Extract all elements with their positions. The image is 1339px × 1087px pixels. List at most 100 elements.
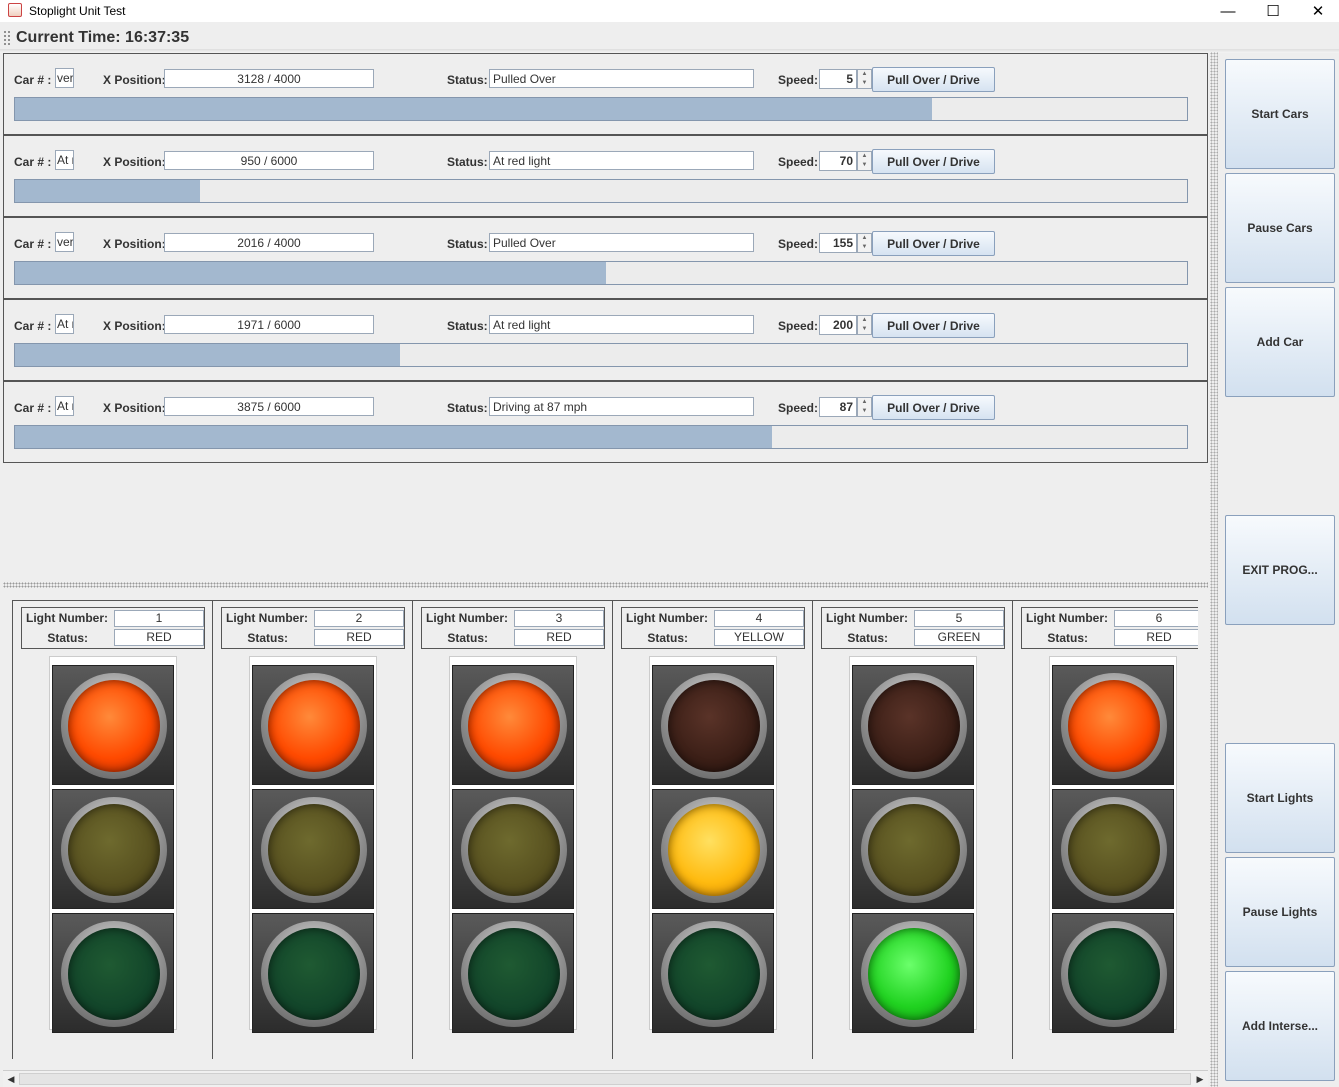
car-number-field[interactable]: At r — [55, 150, 74, 170]
x-position-field[interactable]: 950 / 6000 — [164, 151, 374, 170]
green-lamp-icon — [268, 928, 360, 1020]
speed-value[interactable]: 155 — [819, 233, 857, 253]
pull-over-drive-button[interactable]: Pull Over / Drive — [872, 231, 995, 256]
scroll-left-icon[interactable]: ◀ — [4, 1072, 18, 1086]
light-status-field[interactable]: RED — [314, 629, 404, 646]
pull-over-drive-button[interactable]: Pull Over / Drive — [872, 149, 995, 174]
car-number-field[interactable]: At r — [55, 314, 74, 334]
speed-value[interactable]: 200 — [819, 315, 857, 335]
green-lamp-icon — [868, 928, 960, 1020]
car-panel: Car # : ver X Position: 2016 / 4000 Status: P… — [3, 217, 1208, 299]
status-field[interactable]: At red light — [489, 151, 754, 170]
scrollbar-thumb[interactable] — [19, 1073, 1191, 1085]
spinner-arrows[interactable]: ▲ ▼ — [857, 397, 872, 417]
x-position-field[interactable]: 1971 / 6000 — [164, 315, 374, 334]
light-status-field[interactable]: RED — [114, 629, 204, 646]
traffic-light-housing — [849, 656, 977, 1033]
spinner-up-icon[interactable]: ▲ — [858, 316, 871, 325]
spinner-arrows[interactable]: ▲ ▼ — [857, 151, 872, 171]
pull-over-drive-button[interactable]: Pull Over / Drive — [872, 313, 995, 338]
light-status-field[interactable]: GREEN — [914, 629, 1004, 646]
start-lights-button[interactable]: Start Lights — [1225, 743, 1335, 853]
light-status-field[interactable]: RED — [1114, 629, 1198, 646]
light-number-field[interactable]: 6 — [1114, 610, 1198, 627]
car-panel: Car # : At r X Position: 1971 / 6000 Status:… — [3, 299, 1208, 381]
lamp-ring — [461, 673, 567, 779]
spinner-up-icon[interactable]: ▲ — [858, 234, 871, 243]
spinner-down-icon[interactable]: ▼ — [858, 243, 871, 252]
spinner-arrows[interactable]: ▲ ▼ — [857, 233, 872, 253]
start-cars-button[interactable]: Start Cars — [1225, 59, 1335, 169]
status-field[interactable]: Pulled Over — [489, 69, 754, 88]
light-panel: Light Number: 5 Status: GREEN — [813, 601, 1013, 1059]
spinner-arrows[interactable]: ▲ ▼ — [857, 69, 872, 89]
light-number-field[interactable]: 1 — [114, 610, 204, 627]
red-lamp-cell — [1052, 665, 1174, 785]
vertical-split-divider[interactable] — [1210, 52, 1218, 1087]
status-field[interactable]: Driving at 87 mph — [489, 397, 754, 416]
light-number-label: Light Number: — [826, 611, 908, 625]
status-label: Status: — [447, 401, 488, 415]
pull-over-drive-button[interactable]: Pull Over / Drive — [872, 395, 995, 420]
spinner-up-icon[interactable]: ▲ — [858, 70, 871, 79]
car-number-field[interactable]: ver — [55, 232, 74, 252]
spinner-down-icon[interactable]: ▼ — [858, 325, 871, 334]
light-number-field[interactable]: 5 — [914, 610, 1004, 627]
toolbar-grip-icon[interactable] — [3, 30, 11, 46]
speed-value[interactable]: 5 — [819, 69, 857, 89]
light-status-field[interactable]: RED — [514, 629, 604, 646]
scroll-right-icon[interactable]: ▶ — [1193, 1072, 1207, 1086]
horizontal-scrollbar[interactable]: ◀ ▶ — [3, 1070, 1208, 1087]
yellow-lamp-cell — [52, 789, 174, 909]
spinner-up-icon[interactable]: ▲ — [858, 152, 871, 161]
minimize-button[interactable]: — — [1205, 0, 1251, 22]
red-lamp-cell — [252, 665, 374, 785]
x-position-label: X Position: — [103, 237, 166, 251]
light-panel: Light Number: 1 Status: RED — [13, 601, 213, 1059]
spinner-down-icon[interactable]: ▼ — [858, 161, 871, 170]
car-panel: Car # : At r X Position: 3875 / 6000 Status:… — [3, 381, 1208, 463]
lamp-ring — [461, 797, 567, 903]
exit-program-button[interactable]: EXIT PROG... — [1225, 515, 1335, 625]
car-progress-bar — [14, 425, 1188, 449]
spinner-up-icon[interactable]: ▲ — [858, 398, 871, 407]
split-pane-divider[interactable] — [3, 582, 1208, 588]
traffic-light-housing — [1049, 656, 1177, 1033]
pause-lights-button[interactable]: Pause Lights — [1225, 857, 1335, 967]
status-field[interactable]: At red light — [489, 315, 754, 334]
speed-value[interactable]: 87 — [819, 397, 857, 417]
red-lamp-icon — [468, 680, 560, 772]
light-status-label: Status: — [647, 631, 688, 645]
x-position-field[interactable]: 3128 / 4000 — [164, 69, 374, 88]
x-position-field[interactable]: 2016 / 4000 — [164, 233, 374, 252]
yellow-lamp-icon — [68, 804, 160, 896]
car-number-label: Car # : — [14, 319, 52, 333]
speed-value[interactable]: 70 — [819, 151, 857, 171]
green-lamp-cell — [652, 913, 774, 1033]
car-number-field[interactable]: At r — [55, 396, 74, 416]
car-number-label: Car # : — [14, 155, 52, 169]
red-lamp-icon — [868, 680, 960, 772]
light-number-field[interactable]: 2 — [314, 610, 404, 627]
light-number-field[interactable]: 3 — [514, 610, 604, 627]
light-number-field[interactable]: 4 — [714, 610, 804, 627]
spinner-down-icon[interactable]: ▼ — [858, 79, 871, 88]
pause-cars-button[interactable]: Pause Cars — [1225, 173, 1335, 283]
spinner-arrows[interactable]: ▲ ▼ — [857, 315, 872, 335]
light-status-field[interactable]: YELLOW — [714, 629, 804, 646]
maximize-button[interactable]: ☐ — [1250, 0, 1296, 22]
car-number-field[interactable]: ver — [55, 68, 74, 88]
x-position-field[interactable]: 3875 / 6000 — [164, 397, 374, 416]
x-position-label: X Position: — [103, 401, 166, 415]
current-time-label: Current Time: 16:37:35 — [16, 29, 190, 46]
red-lamp-icon — [68, 680, 160, 772]
light-number-label: Light Number: — [1026, 611, 1108, 625]
add-car-button[interactable]: Add Car — [1225, 287, 1335, 397]
close-button[interactable]: ✕ — [1295, 0, 1339, 22]
red-lamp-cell — [452, 665, 574, 785]
pull-over-drive-button[interactable]: Pull Over / Drive — [872, 67, 995, 92]
status-field[interactable]: Pulled Over — [489, 233, 754, 252]
x-position-label: X Position: — [103, 73, 166, 87]
add-intersection-button[interactable]: Add Interse... — [1225, 971, 1335, 1081]
spinner-down-icon[interactable]: ▼ — [858, 407, 871, 416]
